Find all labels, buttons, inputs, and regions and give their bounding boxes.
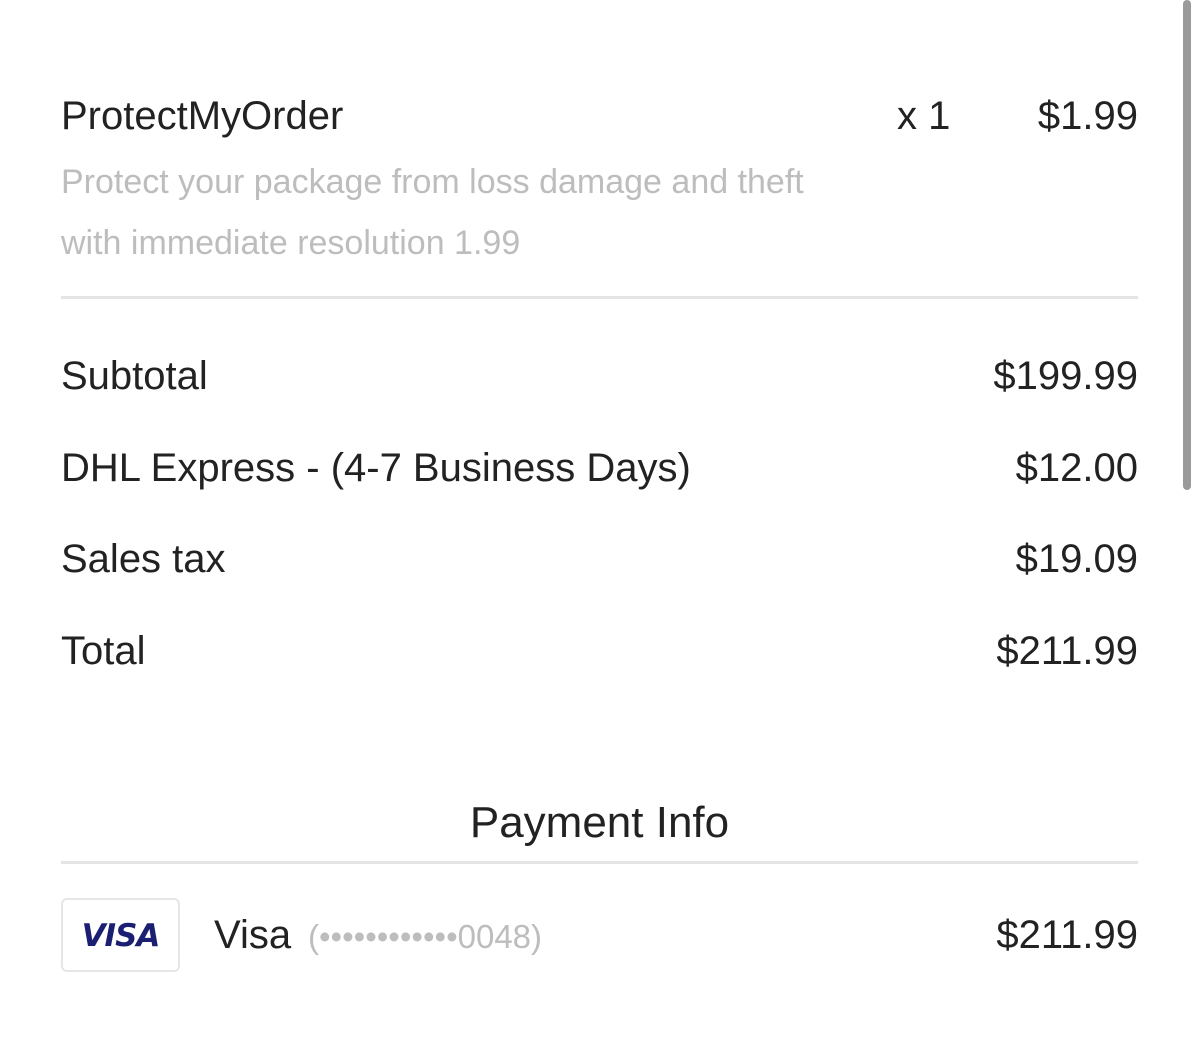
sales-tax-row: Sales tax $19.09 <box>61 537 1138 587</box>
masked-card-number: (••••••••••••0048) <box>308 918 543 955</box>
line-item-price: $1.99 <box>1037 94 1138 138</box>
payment-info-heading: Payment Info <box>469 798 730 847</box>
shipping-value: $12.00 <box>1015 446 1138 490</box>
shipping-label: DHL Express - (4-7 Business Days) <box>61 446 691 490</box>
total-value: $211.99 <box>996 629 1138 673</box>
total-label: Total <box>61 629 146 673</box>
visa-logo-icon: VISA <box>61 898 180 972</box>
shipping-row: DHL Express - (4-7 Business Days) $12.00 <box>61 446 1138 496</box>
subtotal-label: Subtotal <box>61 354 208 398</box>
order-summary-page: ProtectMyOrder x 1 $1.99 Protect your pa… <box>0 0 1200 1044</box>
subtotal-value: $199.99 <box>993 354 1138 398</box>
payment-method-row: VISA Visa (••••••••••••0048) $211.99 <box>61 898 1138 976</box>
sales-tax-value: $19.09 <box>1015 537 1138 581</box>
card-brand-name: Visa <box>214 913 292 957</box>
subtotal-row: Subtotal $199.99 <box>61 354 1138 404</box>
line-item-quantity: x 1 <box>897 94 951 138</box>
payment-amount: $211.99 <box>996 913 1138 957</box>
divider <box>61 861 1138 864</box>
sales-tax-label: Sales tax <box>61 537 226 581</box>
total-row: Total $211.99 <box>61 629 1138 679</box>
line-item-name: ProtectMyOrder <box>61 94 344 138</box>
visa-logo-text: VISA <box>81 918 161 954</box>
line-item-description: Protect your package from loss damage an… <box>61 163 804 262</box>
line-item-protectmyorder: ProtectMyOrder x 1 $1.99 Protect your pa… <box>61 86 1138 262</box>
vertical-scrollbar[interactable] <box>1183 0 1191 490</box>
divider <box>61 296 1138 299</box>
